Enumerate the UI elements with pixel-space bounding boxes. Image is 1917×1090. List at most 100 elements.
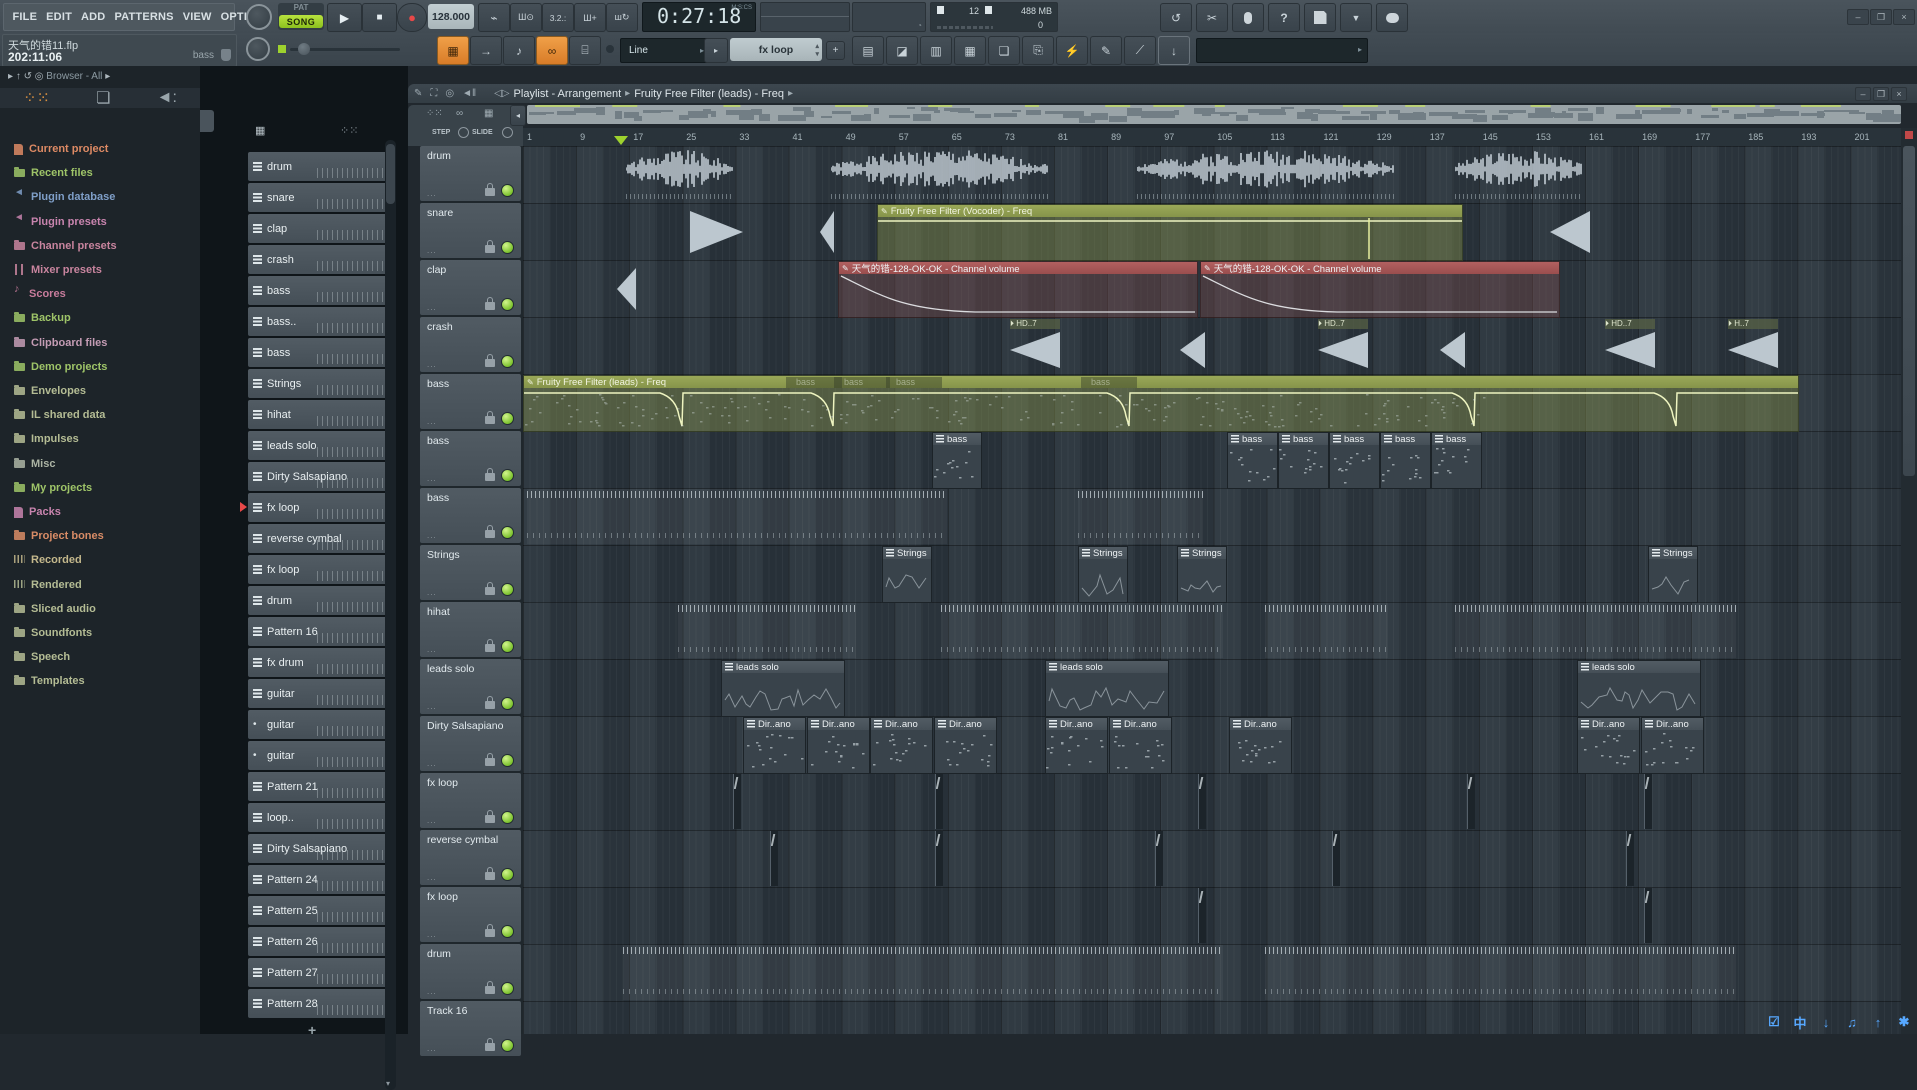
pattern-clip-header[interactable]: Strings <box>883 547 931 559</box>
step-sequencer-panel-button[interactable]: ◪ <box>886 36 918 65</box>
stop-button[interactable]: ■ <box>362 3 397 32</box>
picker-item-4[interactable]: bass <box>248 276 390 305</box>
pattern-clip-header[interactable]: Dir..ano <box>871 718 932 730</box>
track-lock-icon[interactable] <box>485 758 495 766</box>
audio-sample-clip[interactable]: ⏵ HD..7 <box>1605 319 1655 372</box>
track-header-9[interactable]: hihat... <box>420 602 521 657</box>
track-lock-icon[interactable] <box>485 302 495 310</box>
browser-next-icon[interactable]: ▸ <box>105 71 110 82</box>
pattern-clip-header[interactable]: leads solo <box>1046 661 1168 673</box>
master-pitch-knob[interactable] <box>246 37 270 61</box>
pattern-clip[interactable]: bass <box>1227 432 1278 489</box>
ime-icon-1[interactable]: 中 <box>1788 1012 1812 1032</box>
browser-back-icon[interactable]: ↺ <box>24 71 35 82</box>
picker-item-2[interactable]: clap <box>248 214 390 243</box>
audio-clip[interactable] <box>626 148 733 201</box>
save-button[interactable] <box>1304 3 1336 32</box>
track-lock-icon[interactable] <box>485 245 495 253</box>
picker-item-0[interactable]: drum <box>248 152 390 181</box>
track-header-1[interactable]: drum... <box>420 146 521 201</box>
browser-item-recent-files[interactable]: Recent files <box>14 167 93 179</box>
browser-item-impulses[interactable]: Impulses <box>14 433 79 445</box>
picker-item-18[interactable]: •guitar <box>248 710 390 739</box>
picker-scrollbar-handle[interactable] <box>386 144 395 204</box>
browser-item-scores[interactable]: Scores <box>14 288 66 300</box>
audio-clip[interactable] <box>1137 148 1394 201</box>
pattern-clip-header[interactable]: Dir..ano <box>744 718 805 730</box>
picker-add-button[interactable]: + <box>308 1022 316 1038</box>
track-header-4[interactable]: crash... <box>420 317 521 372</box>
playlist-minimize-button[interactable]: – <box>1855 87 1871 101</box>
browser-item-current-project[interactable]: Current project <box>14 143 108 155</box>
pattern-clip-header[interactable]: bass <box>1279 433 1328 445</box>
ime-icon-2[interactable]: ↓ <box>1814 1012 1838 1032</box>
browser-collapse-icon[interactable]: ▸ <box>8 71 16 82</box>
link-target-combo[interactable]: fx loop ▴▾ <box>730 38 822 61</box>
picker-piano-icon[interactable]: ▦ <box>255 124 265 137</box>
help-button[interactable]: ? <box>1268 3 1300 32</box>
pattern-clip[interactable]: Dir..ano <box>1045 717 1108 774</box>
picker-item-6[interactable]: bass <box>248 338 390 367</box>
browser-item-channel-presets[interactable]: Channel presets <box>14 240 117 252</box>
volume-slider-handle[interactable] <box>298 43 310 55</box>
track-header-16[interactable]: Track 16... <box>420 1001 521 1056</box>
fx-hit-clip[interactable] <box>1626 831 1634 886</box>
tick-pattern-clip[interactable] <box>527 489 947 544</box>
playlist-panel-button[interactable]: ▤ <box>852 36 884 65</box>
browser-item-il-shared-data[interactable]: IL shared data <box>14 409 105 421</box>
track-header-14[interactable]: fx loop... <box>420 887 521 942</box>
browser-item-demo-projects[interactable]: Demo projects <box>14 361 107 373</box>
pattern-clip[interactable]: Dir..ano <box>807 717 870 774</box>
fx-hit-clip[interactable] <box>935 831 943 886</box>
track-lock-icon[interactable] <box>485 644 495 652</box>
fx-hit-clip[interactable] <box>1332 831 1340 886</box>
track-header-7[interactable]: bass... <box>420 488 521 543</box>
cut-tool-button[interactable]: ✂ <box>1196 3 1228 32</box>
track-mute-led[interactable] <box>501 412 514 425</box>
picker-item-16[interactable]: fx drum <box>248 648 390 677</box>
pattern-clip[interactable]: Dir..ano <box>743 717 806 774</box>
auto-scroll-button[interactable]: → <box>470 36 502 65</box>
browser-item-backup[interactable]: Backup <box>14 312 71 324</box>
picker-item-9[interactable]: leads solo <box>248 431 390 460</box>
pattern-clip-header[interactable]: Strings <box>1178 547 1226 559</box>
picker-item-13[interactable]: fx loop <box>248 555 390 584</box>
fx-hit-clip[interactable] <box>733 774 741 829</box>
browser-search-icon[interactable]: ◎ <box>35 71 47 82</box>
pattern-clip-header[interactable]: Dir..ano <box>1046 718 1107 730</box>
browser-item-rendered[interactable]: Rendered <box>14 579 82 591</box>
track-mute-led[interactable] <box>501 697 514 710</box>
pattern-clip[interactable]: Strings <box>1177 546 1227 603</box>
browser-item-speech[interactable]: Speech <box>14 651 70 663</box>
track-header-10[interactable]: leads solo... <box>420 659 521 714</box>
track-lock-icon[interactable] <box>485 473 495 481</box>
menu-add[interactable]: ADD <box>77 11 110 23</box>
browser-item-sliced-audio[interactable]: Sliced audio <box>14 603 96 615</box>
browser-speaker-icon[interactable]: ◄: <box>157 89 177 107</box>
picker-item-12[interactable]: reverse cymbal <box>248 524 390 553</box>
pattern-clip[interactable]: Strings <box>1078 546 1128 603</box>
browser-item-clipboard-files[interactable]: Clipboard files <box>14 337 107 349</box>
picker-item-19[interactable]: •guitar <box>248 741 390 770</box>
countdown-button[interactable]: ⌸ <box>569 36 601 65</box>
track-mute-led[interactable] <box>501 868 514 881</box>
audio-sample-clip[interactable]: ⏵ HD..7 <box>1318 319 1368 372</box>
pattern-clip-header[interactable]: bass <box>1228 433 1277 445</box>
track-header-11[interactable]: Dirty Salsapiano... <box>420 716 521 771</box>
overdub-button[interactable]: Ш+ <box>574 3 606 32</box>
track-mute-led[interactable] <box>501 298 514 311</box>
track-lock-icon[interactable] <box>485 1043 495 1051</box>
typing-keyboard-button[interactable]: ▦ <box>437 36 469 65</box>
fx-hit-clip[interactable] <box>1644 774 1652 829</box>
piano-roll-panel-button[interactable]: ▥ <box>920 36 952 65</box>
fx-hit-clip[interactable] <box>1198 774 1206 829</box>
tick-pattern-clip[interactable] <box>623 945 1223 1000</box>
track-mute-led[interactable] <box>501 184 514 197</box>
volume-automation-clip[interactable]: ✎天气的错-128-OK-OK - Channel volume <box>1200 261 1560 318</box>
pattern-clip-header[interactable]: Dir..ano <box>1578 718 1639 730</box>
picker-scroll-down-icon[interactable]: ▾ <box>386 1079 390 1088</box>
playlist-nav-icon[interactable]: ◁▷ <box>494 88 509 99</box>
main-volume-slider[interactable] <box>290 48 400 51</box>
picker-item-1[interactable]: snare <box>248 183 390 212</box>
tick-pattern-clip[interactable] <box>1078 489 1203 544</box>
